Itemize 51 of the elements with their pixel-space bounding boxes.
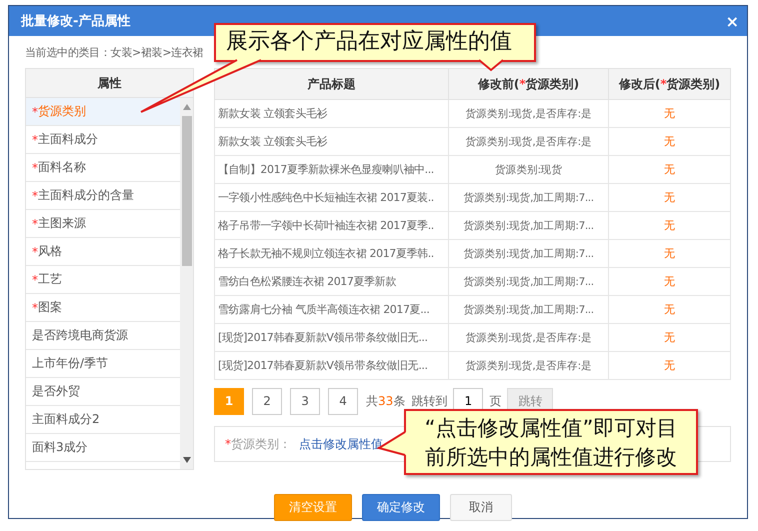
table-cell: [现货]2017韩春夏新款V领吊带条纹做旧无...: [214, 324, 449, 352]
field-label: *货源类别：: [225, 436, 292, 452]
table-cell: 货源类别:现货,加工周期:7...: [448, 240, 609, 268]
table-cell: 货源类别:现货,加工周期:7...: [448, 268, 609, 296]
table-cell: 【自制】2017夏季新款裸米色显瘦喇叭袖中...: [214, 156, 449, 184]
table-cell: 货源类别:现货: [448, 156, 609, 184]
table-cell: 货源类别:现货,是否库存:是: [448, 100, 609, 128]
table-cell: 货源类别:现货,是否库存:是: [448, 324, 609, 352]
total-count: 共33条: [366, 392, 406, 410]
table-cell: 无: [608, 352, 730, 380]
column-header: 产品标题: [214, 68, 449, 100]
table-cell: 货源类别:现货,加工周期:7...: [448, 296, 609, 324]
table-cell: 格子吊带一字领中长荷叶袖连衣裙 2017夏季..: [214, 212, 449, 240]
cancel-button[interactable]: 取消: [450, 494, 512, 521]
scroll-down-icon[interactable]: [182, 457, 191, 463]
table-cell: 无: [608, 184, 730, 212]
page-button[interactable]: 4: [328, 388, 358, 414]
page-button[interactable]: 2: [252, 388, 282, 414]
scrollbar[interactable]: [180, 98, 194, 469]
callout-tooltip: “点击修改属性值”即可对目前所选中的属性值进行修改: [404, 409, 698, 475]
table-cell: 货源类别:现货,是否库存:是: [448, 128, 609, 156]
table-cell: 货源类别:现货,是否库存:是: [448, 352, 609, 380]
table-cell: 无: [608, 100, 730, 128]
callout-pointer: [478, 59, 504, 72]
table-cell: 无: [608, 268, 730, 296]
table-cell: 无: [608, 156, 730, 184]
table-cell: 新款女装 立领套头毛衫: [214, 128, 449, 156]
table-cell: 雪纺露肩七分袖 气质半高领连衣裙 2017夏...: [214, 296, 449, 324]
page-button[interactable]: 3: [290, 388, 320, 414]
column-header: 修改后(*货源类别): [608, 68, 730, 100]
table-cell: 货源类别:现货,加工周期:7...: [448, 184, 609, 212]
table-cell: 无: [608, 128, 730, 156]
table-cell: [现货]2017韩春夏新款V领吊带条纹做旧无...: [214, 352, 449, 380]
table-cell: 货源类别:现货,加工周期:7...: [448, 212, 609, 240]
table-cell: 无: [608, 240, 730, 268]
confirm-button[interactable]: 确定修改: [362, 494, 440, 521]
jump-label: 跳转到: [411, 392, 448, 410]
table-cell: 无: [608, 212, 730, 240]
breadcrumb: 当前选中的类目：女装>裙装>连衣裙: [25, 44, 204, 60]
table-cell: 无: [608, 324, 730, 352]
column-header: 属性: [26, 69, 194, 98]
table-cell: 一字领小性感纯色中长短袖连衣裙 2017夏装..: [214, 184, 449, 212]
window-title: 批量修改-产品属性: [21, 12, 130, 30]
table-cell: 无: [608, 296, 730, 324]
table-cell: 格子长款无袖不规则立领连衣裙 2017夏季韩..: [214, 240, 449, 268]
table-cell: 雪纺白色松紧腰连衣裙 2017夏季新款: [214, 268, 449, 296]
close-button[interactable]: ×: [726, 12, 739, 30]
scroll-up-icon[interactable]: [182, 104, 191, 110]
table-cell: 新款女装 立领套头毛衫: [214, 100, 449, 128]
page-unit: 页: [489, 392, 502, 410]
column-header: 修改前(*货源类别): [448, 68, 609, 100]
